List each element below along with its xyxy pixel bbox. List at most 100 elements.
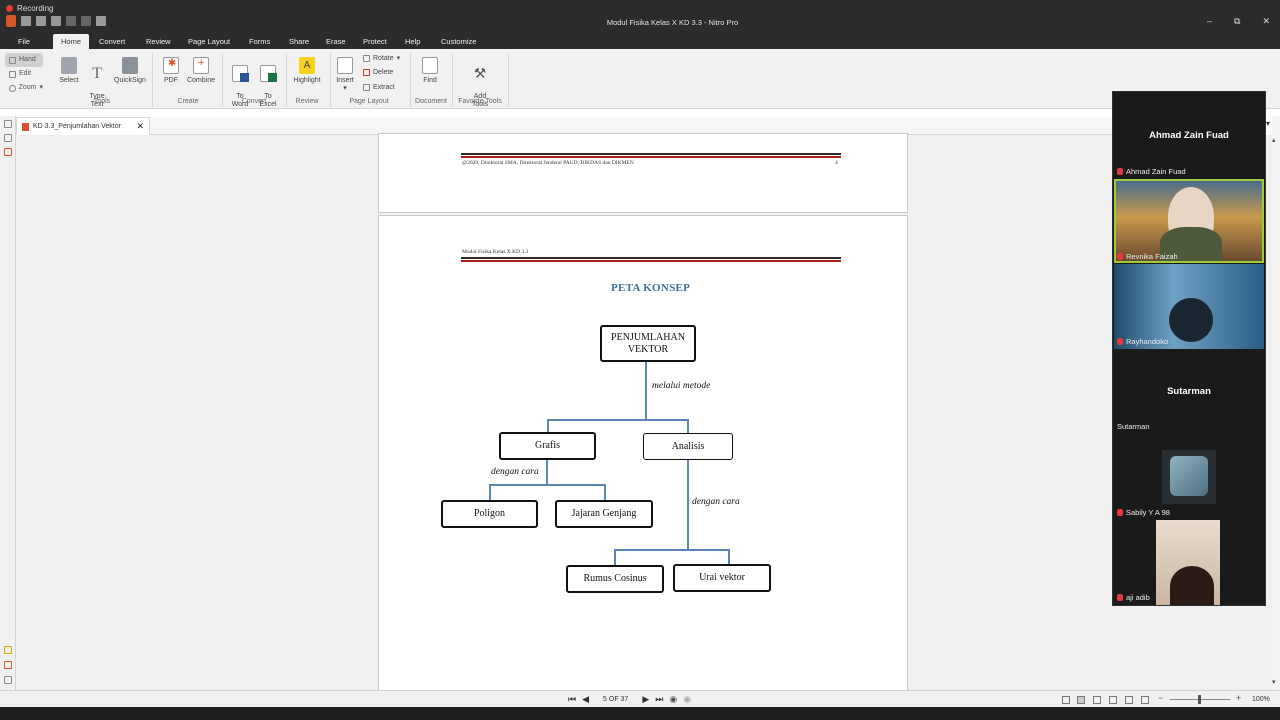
participant-video-aji [1156, 520, 1220, 605]
delete-button[interactable]: Delete [363, 69, 393, 76]
menu-protect[interactable]: Protect [363, 37, 387, 46]
quicksign-button[interactable]: QuickSign [112, 57, 148, 85]
add-tools-icon: ⚒ [473, 65, 487, 81]
close-window-button[interactable]: ✕ [1262, 16, 1270, 27]
previous-page-icon[interactable]: ◀ [582, 694, 589, 705]
zoom-out-icon[interactable]: − [1158, 693, 1163, 703]
zoom-in-icon[interactable]: + [1236, 693, 1241, 703]
menu-share[interactable]: Share [289, 37, 309, 46]
connector-line [489, 484, 605, 486]
extract-label: Extract [373, 84, 395, 91]
minimize-button[interactable]: – [1207, 16, 1212, 27]
participant-name-large: Sutarman [1167, 386, 1211, 397]
extract-button[interactable]: Extract [363, 84, 395, 91]
highlight-icon: A [299, 57, 315, 74]
pages-panel-icon[interactable] [4, 120, 12, 128]
connector-line [489, 484, 491, 500]
combine-icon: + [193, 57, 209, 74]
close-tab-icon[interactable]: ✕ [136, 121, 144, 132]
zoom-level[interactable]: 100% [1252, 696, 1270, 703]
excel-icon [260, 65, 277, 82]
participant-tag: Sabily Y A 98 [1117, 508, 1170, 517]
attachments-panel-icon[interactable] [4, 148, 12, 156]
rotate-button[interactable]: Rotate ▾ [363, 54, 400, 62]
next-page-icon[interactable]: ▶ [642, 694, 649, 705]
facing-continuous-view-icon[interactable] [1109, 696, 1117, 704]
recording-label: Recording [17, 4, 54, 13]
next-view-icon[interactable]: ◉ [683, 694, 691, 705]
page-footer-number: 4 [835, 160, 838, 166]
vertical-scrollbar[interactable]: ▴ ▾ [1272, 116, 1280, 690]
output-panel-icon[interactable] [4, 676, 12, 684]
highlight-button[interactable]: A Highlight [289, 57, 325, 85]
signatures-panel-icon[interactable] [4, 661, 12, 669]
facing-view-icon[interactable] [1093, 696, 1101, 704]
muted-mic-icon [1117, 594, 1123, 601]
menu-erase[interactable]: Erase [326, 37, 346, 46]
video-participants-panel: Ahmad Zain Fuad Ahmad Zain Fuad Revnika … [1112, 91, 1266, 606]
menu-bar: File Home Convert Review Page Layout For… [0, 34, 1280, 49]
find-button[interactable]: Find [418, 57, 442, 85]
comments-panel-icon[interactable] [4, 646, 12, 654]
menu-home[interactable]: Home [53, 34, 90, 49]
first-page-icon[interactable]: ⏮ [568, 694, 576, 705]
participant-video-revnika [1114, 179, 1264, 263]
menu-help[interactable]: Help [405, 37, 420, 46]
select-button[interactable]: Select [58, 57, 80, 85]
participant-tag: Ahmad Zain Fuad [1117, 167, 1186, 176]
ribbon-separator [286, 53, 287, 107]
menu-customize[interactable]: Customize [441, 37, 476, 46]
zoom-slider-thumb[interactable] [1198, 695, 1201, 704]
select-label: Select [59, 77, 79, 84]
grafis-way-label: dengan cara [491, 467, 539, 477]
connector-line [546, 459, 548, 485]
participant-tag: Revnika Faizah [1117, 252, 1178, 261]
ribbon-separator [508, 53, 509, 107]
insert-button[interactable]: Insert ▾ [334, 57, 356, 93]
menu-file[interactable]: File [18, 37, 30, 46]
bookmarks-panel-icon[interactable] [4, 134, 12, 142]
participant-tag-name: Rayhandoko [1126, 337, 1169, 346]
rotate-icon [363, 54, 370, 62]
document-workspace[interactable]: @2020, Direktorat SMA, Direktorat Jender… [16, 133, 1272, 695]
participant-tag-name: Ahmad Zain Fuad [1126, 167, 1186, 176]
participant-tag: Sutarman [1117, 422, 1150, 431]
view-mode-tools: Hand Edit Zoom ▾ [5, 53, 43, 95]
pdf-icon [22, 123, 29, 131]
page-header-text: Modul Fisika Kelas X KD 3.3 [462, 249, 529, 255]
window-title: Modul Fisika Kelas X KD 3.3 - Nitro Pro [606, 18, 739, 27]
footer-rule-red [461, 156, 841, 158]
concept-urai-vektor-box: Urai vektor [673, 564, 771, 592]
muted-mic-icon [1117, 509, 1123, 516]
pdf-create-button[interactable]: ✱ PDF [160, 57, 182, 85]
hand-icon [9, 56, 16, 64]
connector-line [687, 419, 689, 433]
title-bar: Recording Modul Fisika Kelas X KD 3.3 - … [0, 0, 1280, 34]
single-page-view-icon[interactable] [1062, 696, 1070, 704]
continuous-view-icon[interactable] [1077, 696, 1085, 704]
scroll-up-icon[interactable]: ▴ [1272, 136, 1276, 144]
connector-line [604, 484, 606, 500]
analisis-way-label: dengan cara [692, 497, 740, 507]
maximize-button[interactable]: ⧉ [1234, 16, 1240, 27]
recording-icon [6, 5, 13, 12]
menu-forms[interactable]: Forms [249, 37, 270, 46]
document-tab[interactable]: KD 3.3_Penjumlahan Vektor ✕ [16, 117, 150, 135]
fit-width-icon[interactable] [1141, 696, 1149, 704]
tab-list-chevron-icon[interactable]: ▾ [1266, 119, 1270, 128]
current-page: Modul Fisika Kelas X KD 3.3 PETA KONSEP … [378, 215, 908, 695]
extract-icon [363, 84, 370, 91]
edit-tool[interactable]: Edit [5, 67, 43, 81]
scroll-down-icon[interactable]: ▾ [1272, 678, 1276, 686]
menu-review[interactable]: Review [146, 37, 171, 46]
previous-view-icon[interactable]: ◉ [669, 694, 677, 705]
combine-button[interactable]: + Combine [186, 57, 216, 85]
zoom-tool[interactable]: Zoom ▾ [5, 81, 43, 95]
last-page-icon[interactable]: ⏭ [655, 694, 663, 705]
fit-page-icon[interactable] [1125, 696, 1133, 704]
hand-tool[interactable]: Hand [5, 53, 43, 67]
menu-convert[interactable]: Convert [99, 37, 125, 46]
quicksign-label: QuickSign [114, 77, 146, 84]
page-indicator[interactable]: 5 OF 37 [603, 696, 628, 703]
menu-page-layout[interactable]: Page Layout [188, 37, 230, 46]
